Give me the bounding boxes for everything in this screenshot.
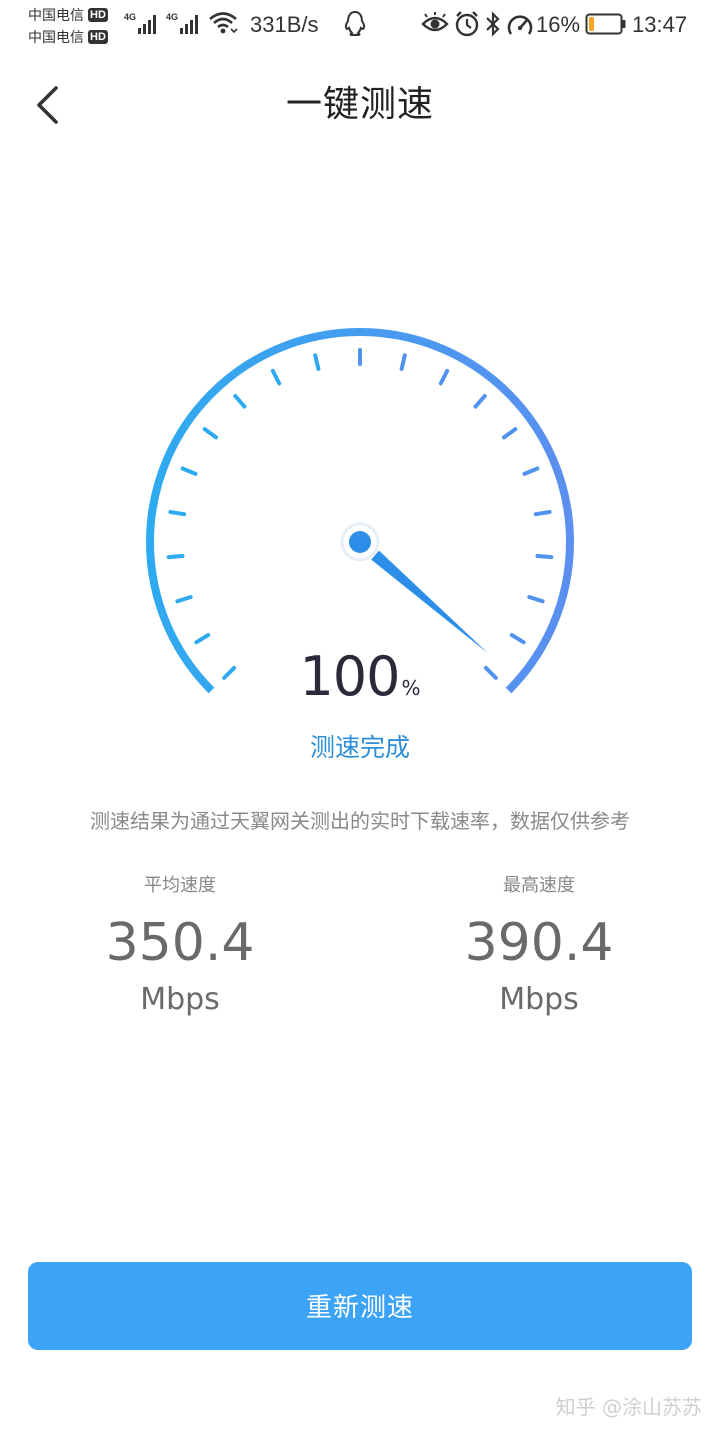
eye-icon — [421, 12, 449, 32]
max-speed-unit: Mbps — [499, 982, 579, 1017]
gauge-tick — [473, 394, 487, 409]
network-type-2: 4G — [166, 12, 179, 22]
speed-test-screen: 中国电信 HD 中国电信 HD 4G 4G 331B/s 16% 13:47 一… — [0, 0, 720, 1440]
network-speed: 331B/s — [250, 12, 319, 37]
average-speed-unit: Mbps — [140, 982, 220, 1017]
retest-button[interactable]: 重新测速 — [28, 1262, 692, 1350]
gauge-tick — [527, 595, 545, 604]
gauge-ticks — [166, 348, 554, 680]
alarm-icon — [455, 11, 479, 37]
gauge-tick — [166, 554, 185, 560]
gauge-hub — [349, 531, 371, 553]
gauge-tick — [270, 368, 282, 386]
clock: 13:47 — [632, 12, 688, 37]
status-bar: 中国电信 HD 中国电信 HD 4G 4G 331B/s 16% 13:47 — [0, 0, 720, 50]
carrier-row-2: 中国电信 HD — [28, 26, 108, 48]
gauge-tick — [535, 554, 554, 560]
hd-badge-2: HD — [88, 30, 108, 44]
battery-percent: 16% — [536, 12, 581, 37]
bluetooth-icon — [486, 11, 500, 37]
gauge-tick — [233, 394, 247, 409]
max-speed-label: 最高速度 — [503, 875, 575, 896]
gauge-tick — [175, 595, 193, 604]
page-title: 一键测速 — [285, 84, 434, 125]
carrier-name-1: 中国电信 — [28, 7, 84, 23]
gauge-tick — [313, 353, 321, 371]
watermark: 知乎 @涂山苏苏 — [555, 1395, 702, 1419]
gauge-tick — [533, 510, 552, 517]
network-type-1: 4G — [124, 12, 137, 22]
gauge-tick — [502, 427, 518, 440]
progress-unit: % — [401, 676, 421, 700]
gauge-tick — [194, 633, 211, 645]
max-speed-stat: 最高速度 390.4 Mbps — [409, 872, 669, 1020]
gauge-arc — [146, 328, 574, 694]
progress-value: 100 — [299, 645, 400, 708]
progress-readout: 100% — [0, 645, 720, 709]
qq-icon — [344, 10, 366, 36]
gauge-tick — [399, 353, 407, 371]
speedometer-icon — [507, 15, 533, 35]
battery-icon — [585, 13, 626, 35]
average-speed-stat: 平均速度 350.4 Mbps — [50, 872, 310, 1020]
gauge-tick — [168, 510, 187, 517]
carrier-row-1: 中国电信 HD — [28, 4, 108, 26]
app-header: 一键测速 — [0, 70, 720, 140]
signal-strength-icon-2: 4G — [166, 12, 200, 34]
wifi-icon — [209, 12, 238, 34]
gauge-tick — [180, 466, 198, 476]
max-speed-value: 390.4 — [464, 913, 614, 973]
gauge-tick — [202, 427, 218, 440]
carrier-name-2: 中国电信 — [28, 29, 84, 45]
carrier-info: 中国电信 HD 中国电信 HD — [28, 4, 108, 48]
test-status: 测速完成 — [309, 733, 410, 762]
gauge-tick — [438, 368, 450, 386]
average-speed-label: 平均速度 — [144, 875, 216, 896]
gauge-tick — [509, 633, 526, 645]
gauge-tick — [522, 466, 540, 476]
disclaimer-text: 测速结果为通过天翼网关测出的实时下载速率，数据仅供参考 — [90, 809, 630, 833]
average-speed-value: 350.4 — [105, 913, 255, 973]
hd-badge-1: HD — [88, 8, 108, 22]
signal-strength-icon-1: 4G — [124, 12, 158, 34]
gauge-needle — [371, 550, 489, 654]
